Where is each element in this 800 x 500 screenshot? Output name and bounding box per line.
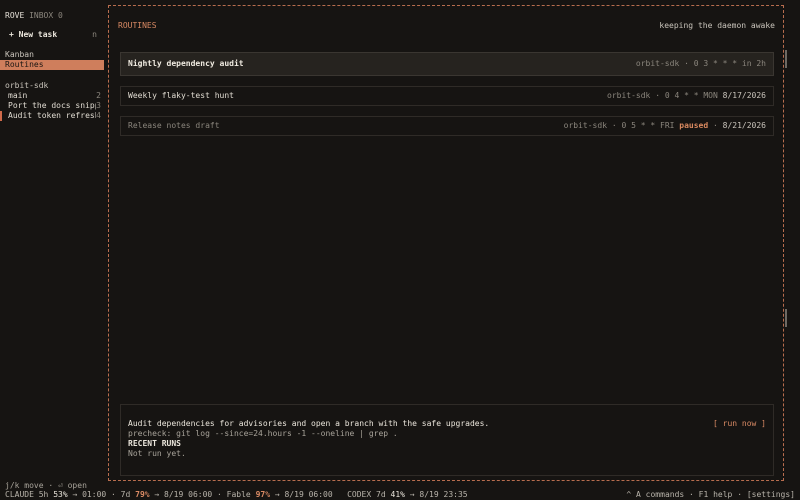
fable-pct: 97% bbox=[255, 490, 271, 499]
task-item-count: 2 bbox=[96, 91, 101, 100]
routine-next-run: in 2h bbox=[741, 59, 766, 68]
routine-meta: orbit-sdk · 0 5 * * FRI paused · 8/21/20… bbox=[563, 121, 766, 130]
claude-week-window: 7d bbox=[120, 490, 131, 499]
new-task-shortcut: n bbox=[92, 30, 97, 39]
help-shortcut[interactable]: F1 help bbox=[699, 490, 733, 499]
nav-item-routines[interactable]: Routines bbox=[0, 60, 104, 70]
new-task-button[interactable]: + New task n bbox=[9, 30, 97, 40]
routine-name: Release notes draft bbox=[128, 121, 220, 130]
nav-item-label: Routines bbox=[5, 60, 44, 69]
routine-repo: orbit-sdk bbox=[635, 59, 680, 68]
panel-header: ROUTINES keeping the daemon awake bbox=[118, 21, 775, 31]
fable-reset: → 8/19 06:00 bbox=[274, 490, 333, 499]
routine-meta: orbit-sdk · 0 3 * * * in 2h bbox=[635, 59, 766, 68]
scrollbar-thumb-lower[interactable] bbox=[785, 309, 787, 327]
routine-next-run: 8/21/2026 bbox=[722, 121, 766, 130]
claude-window: 5h bbox=[38, 490, 49, 499]
task-item-count: 4 bbox=[96, 111, 101, 120]
sidebar: ROVE INBOX 0 + New task n Kanban Routine… bbox=[0, 0, 106, 490]
routine-name: Weekly flaky-test hunt bbox=[128, 91, 234, 100]
app-name: ROVE bbox=[5, 11, 25, 20]
task-item-port-docs[interactable]: Port the docs snipp 3 bbox=[8, 101, 101, 111]
commands-shortcut[interactable]: ^ A commands bbox=[626, 490, 684, 499]
routine-detail: Audit dependencies for advisories and op… bbox=[120, 404, 774, 476]
claude-reset: → 01:00 bbox=[72, 490, 107, 499]
new-task-label: + New task bbox=[9, 30, 58, 39]
routine-status-badge: paused bbox=[679, 121, 709, 130]
routine-repo: orbit-sdk bbox=[563, 121, 608, 130]
codex-pct: 41% bbox=[390, 490, 405, 499]
routine-repo: orbit-sdk bbox=[607, 91, 651, 100]
status-actions: ^ A commands · F1 help · [settings] bbox=[626, 490, 795, 499]
run-now-button[interactable]: [ run now ] bbox=[713, 419, 766, 429]
inbox-label: INBOX bbox=[29, 11, 54, 20]
task-item-label: main bbox=[8, 91, 28, 100]
app-title: ROVE INBOX 0 bbox=[5, 11, 63, 21]
routine-row[interactable]: Release notes draft orbit-sdk · 0 5 * * … bbox=[120, 116, 774, 136]
repo-group-label: orbit-sdk bbox=[5, 81, 49, 90]
codex-reset: → 8/19 23:35 bbox=[409, 490, 468, 499]
routine-row[interactable]: Weekly flaky-test hunt orbit-sdk · 0 4 *… bbox=[120, 86, 774, 106]
panel-subtitle: keeping the daemon awake bbox=[659, 21, 775, 30]
claude-week-pct: 79% bbox=[135, 490, 150, 499]
codex-window: 7d bbox=[376, 490, 386, 499]
routine-next-run: 8/17/2026 bbox=[722, 91, 766, 100]
task-item-count: 3 bbox=[96, 101, 101, 110]
routine-row[interactable]: Nightly dependency audit orbit-sdk · 0 3… bbox=[120, 52, 774, 76]
claude-week-reset: → 8/19 06:00 bbox=[154, 490, 213, 499]
routines-panel: ROUTINES keeping the daemon awake Nightl… bbox=[108, 5, 784, 481]
task-item-label: Audit token refresh bbox=[8, 111, 97, 120]
routine-schedule: 0 4 * * MON bbox=[664, 91, 718, 100]
task-item-audit-token[interactable]: Audit token refresh 4 bbox=[0, 111, 101, 121]
nav-item-kanban[interactable]: Kanban bbox=[0, 50, 104, 60]
claude-label: CLAUDE bbox=[5, 490, 34, 499]
routine-schedule: 0 3 * * * bbox=[693, 59, 738, 68]
usage-summary: CLAUDE 5h 53% → 01:00 · 7d 79% → 8/19 06… bbox=[5, 490, 468, 499]
panel-title: ROUTINES bbox=[118, 21, 157, 30]
inbox-count: 0 bbox=[58, 11, 63, 20]
precheck-command: precheck: git log --since=24.hours -1 --… bbox=[128, 429, 398, 438]
claude-pct: 53% bbox=[53, 490, 68, 499]
routine-name: Nightly dependency audit bbox=[128, 59, 244, 68]
routine-schedule: 0 5 * * FRI bbox=[621, 121, 675, 130]
status-bar: CLAUDE 5h 53% → 01:00 · 7d 79% → 8/19 06… bbox=[5, 490, 795, 500]
task-item-label: Port the docs snipp bbox=[8, 101, 97, 110]
recent-runs-empty: Not run yet. bbox=[128, 449, 186, 458]
recent-runs-heading: RECENT RUNS bbox=[128, 439, 181, 448]
settings-button[interactable]: [settings] bbox=[747, 490, 795, 499]
fable-label: Fable bbox=[226, 490, 251, 499]
routine-meta: orbit-sdk · 0 4 * * MON 8/17/2026 bbox=[607, 91, 766, 100]
scrollbar-thumb[interactable] bbox=[785, 50, 787, 68]
routine-description: Audit dependencies for advisories and op… bbox=[128, 419, 490, 428]
codex-label: CODEX bbox=[347, 490, 372, 499]
task-item-main[interactable]: main 2 bbox=[8, 91, 101, 101]
nav-item-label: Kanban bbox=[5, 50, 34, 59]
